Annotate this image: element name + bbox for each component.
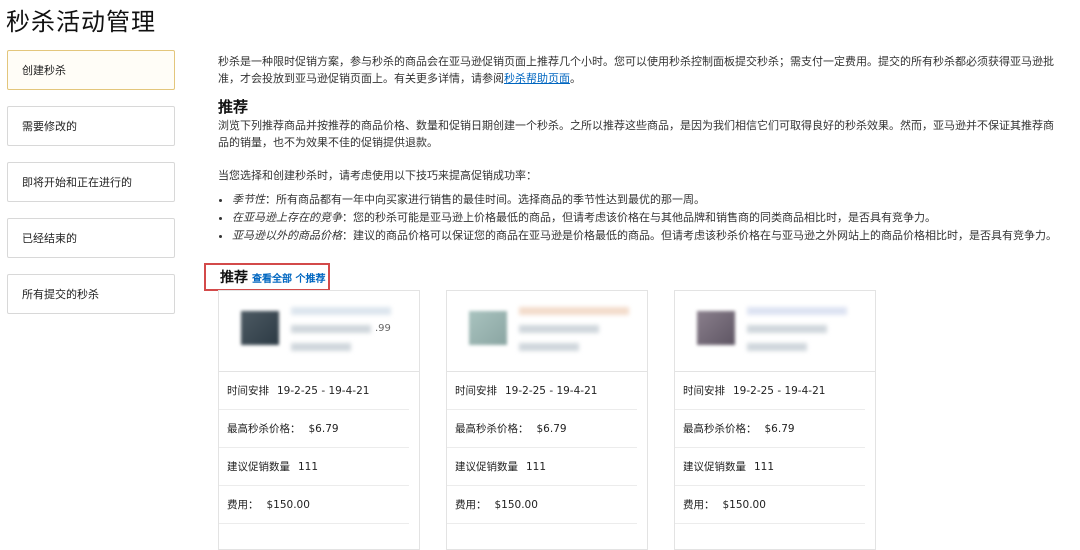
deal-card[interactable]: 时间安排 19-2-25 - 19-4-21 最高秒杀价格： $6.79 建议促销数… [674,290,876,550]
price-row: 最高秒杀价格： $6.79 [219,410,409,448]
schedule-row: 时间安排 19-2-25 - 19-4-21 [447,372,637,410]
deal-card[interactable]: 时间安排 19-2-25 - 19-4-21 最高秒杀价格： $6.79 建议促销数… [446,290,648,550]
card-product-header: .99 [219,291,419,372]
fee-value: $150.00 [266,498,310,511]
deal-card[interactable]: .99 时间安排 19-2-25 - 19-4-21 最高秒杀价格： $6.79 建… [218,290,420,550]
price-row: 最高秒杀价格： $6.79 [447,410,637,448]
blurred-title [519,343,579,351]
quantity-label: 建议促销数量 [455,461,518,473]
quantity-row: 建议促销数量 111 [447,448,637,486]
quantity-label: 建议促销数量 [683,461,746,473]
sidebar-item-all-submitted[interactable]: 所有提交的秒杀 [7,274,175,314]
fee-label: 费用： [455,499,487,511]
tip-label: 在亚马逊上存在的竞争 [232,211,342,224]
fee-row: 费用： $150.00 [447,486,637,524]
price-label: 最高秒杀价格： [227,423,301,435]
quantity-row: 建议促销数量 111 [675,448,865,486]
blurred-title [519,307,629,315]
list-item: 季节性：所有商品都有一年中向买家进行销售的最佳时间。选择商品的季节性达到最优的那… [232,192,1062,208]
tip-text: ：您的秒杀可能是亚马逊上价格最低的商品，但请考虑该价格在与其他品牌和销售商的同类… [342,211,936,224]
sidebar-item-label: 已经结束的 [22,232,77,245]
recommend-heading: 推荐 [218,98,249,116]
sidebar-item-label: 创建秒杀 [22,64,66,77]
fee-row: 费用： $150.00 [675,486,865,524]
fee-row: 费用： $150.00 [219,486,409,524]
fee-value: $150.00 [722,498,766,511]
blurred-title [747,307,847,315]
list-item: 亚马逊以外的商品价格：建议的商品价格可以保证您的商品在亚马逊是价格最低的商品。但… [232,228,1062,244]
price-row: 最高秒杀价格： $6.79 [675,410,865,448]
card-product-header [675,291,875,372]
price-label: 最高秒杀价格： [683,423,757,435]
quantity-value: 111 [526,460,547,473]
tip-text: ：所有商品都有一年中向买家进行销售的最佳时间。选择商品的季节性达到最优的那一周。 [265,193,705,206]
schedule-label: 时间安排 [227,385,269,397]
sidebar-item-upcoming-active[interactable]: 即将开始和正在进行的 [7,162,175,202]
sidebar-item-create-deal[interactable]: 创建秒杀 [7,50,175,90]
intro-body: 秒杀是一种限时促销方案，参与秒杀的商品会在亚马逊促销页面上推荐几个小时。您可以使… [218,55,1054,85]
blurred-title [747,325,827,333]
blurred-title [747,343,807,351]
schedule-value: 19-2-25 - 19-4-21 [733,384,826,397]
blurred-title [291,325,371,333]
product-thumbnail [697,311,735,345]
quantity-row: 建议促销数量 111 [219,448,409,486]
schedule-value: 19-2-25 - 19-4-21 [505,384,598,397]
sidebar-item-needs-edit[interactable]: 需要修改的 [7,106,175,146]
fee-value: $150.00 [494,498,538,511]
partial-price-text: .99 [375,323,391,334]
tip-label: 亚马逊以外的商品价格 [232,229,342,242]
product-thumbnail [469,311,507,345]
sidebar: 创建秒杀 需要修改的 即将开始和正在进行的 已经结束的 所有提交的秒杀 [7,50,175,330]
quantity-value: 111 [298,460,319,473]
intro-end: 。 [570,72,581,85]
sidebar-item-label: 所有提交的秒杀 [22,288,99,301]
price-value: $6.79 [764,422,795,435]
help-page-link[interactable]: 秒杀帮助页面 [504,72,570,85]
sidebar-item-ended[interactable]: 已经结束的 [7,218,175,258]
price-value: $6.79 [536,422,567,435]
price-value: $6.79 [308,422,339,435]
quantity-value: 111 [754,460,775,473]
card-product-header [447,291,647,372]
recommendations-header: 推荐 查看全部 个推荐 [204,263,330,291]
intro-text: 秒杀是一种限时促销方案，参与秒杀的商品会在亚马逊促销页面上推荐几个小时。您可以使… [218,53,1058,87]
tips-intro: 当您选择和创建秒杀时，请考虑使用以下技巧来提高促销成功率： [218,169,537,182]
blurred-title [291,307,391,315]
price-label: 最高秒杀价格： [455,423,529,435]
tip-label: 季节性 [232,193,265,206]
blurred-title [291,343,351,351]
sidebar-item-label: 即将开始和正在进行的 [22,176,132,189]
tips-list: 季节性：所有商品都有一年中向买家进行销售的最佳时间。选择商品的季节性达到最优的那… [218,192,1062,246]
view-all-link[interactable]: 查看全部 个推荐 [252,270,325,285]
schedule-label: 时间安排 [683,385,725,397]
fee-label: 费用： [227,499,259,511]
fee-label: 费用： [683,499,715,511]
sidebar-item-label: 需要修改的 [22,120,77,133]
schedule-row: 时间安排 19-2-25 - 19-4-21 [675,372,865,410]
quantity-label: 建议促销数量 [227,461,290,473]
tip-text: ：建议的商品价格可以保证您的商品在亚马逊是价格最低的商品。但请考虑该秒杀价格在与… [342,229,1057,242]
list-item: 在亚马逊上存在的竞争：您的秒杀可能是亚马逊上价格最低的商品，但请考虑该价格在与其… [232,210,1062,226]
recommend-description: 浏览下列推荐商品并按推荐的商品价格、数量和促销日期创建一个秒杀。之所以推荐这些商… [218,119,1054,149]
schedule-value: 19-2-25 - 19-4-21 [277,384,370,397]
product-thumbnail [241,311,279,345]
recommendations-title: 推荐 [220,270,248,286]
page-title: 秒杀活动管理 [6,8,156,36]
schedule-label: 时间安排 [455,385,497,397]
blurred-title [519,325,599,333]
schedule-row: 时间安排 19-2-25 - 19-4-21 [219,372,409,410]
